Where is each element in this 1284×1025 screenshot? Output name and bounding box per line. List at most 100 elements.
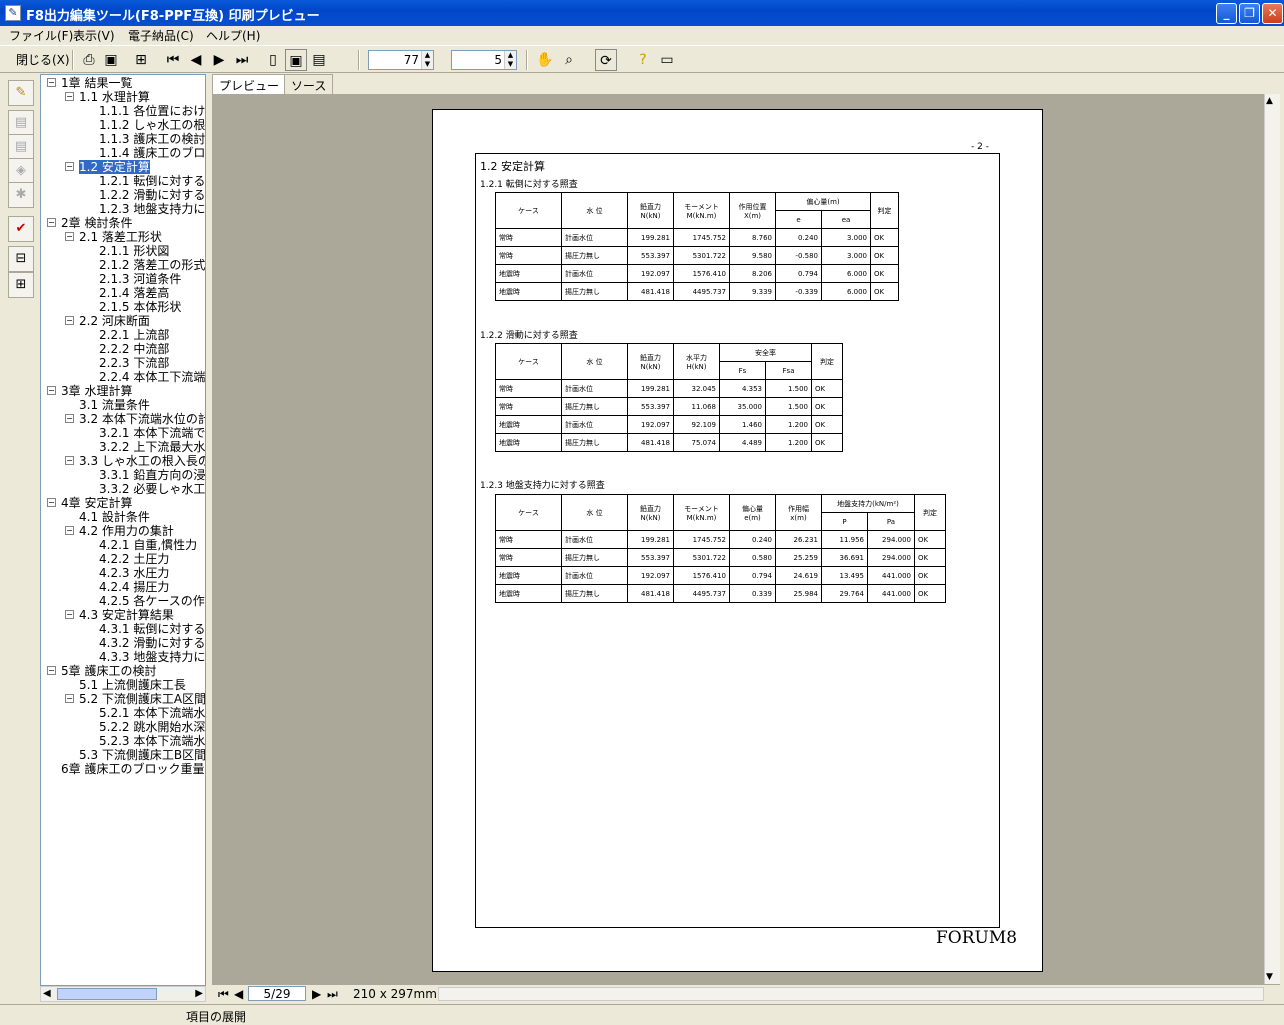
tree-item[interactable]: 5.3 下流側護床工B区間	[79, 748, 205, 762]
tree-item[interactable]: 4.2.1 自重,慣性力	[99, 538, 197, 552]
tree-expander-icon[interactable]: −	[65, 162, 74, 171]
nav-last-icon[interactable]: ⏭	[327, 987, 338, 1002]
tree-item[interactable]: 1.2.3 地盤支持力に	[99, 202, 205, 216]
prev-page-icon[interactable]: ◀	[185, 49, 207, 71]
tool-icon[interactable]: ✱	[8, 182, 34, 208]
tree-item[interactable]: 5.2.3 本体下流端水	[99, 734, 205, 748]
tree-item[interactable]: 1.1.3 護床工の検討	[99, 132, 205, 146]
menu-view[interactable]: 表示(V)	[73, 27, 115, 44]
tree-item[interactable]: 1.2 安定計算	[79, 160, 150, 174]
page-up-icon[interactable]: ▤	[8, 110, 34, 136]
spinner-arrows-icon[interactable]: ▲ ▼	[504, 51, 516, 69]
tree-item[interactable]: 2章 検討条件	[61, 216, 132, 230]
page-down-icon[interactable]: ▤	[8, 134, 34, 160]
tree-item[interactable]: 2.1.3 河道条件	[99, 272, 181, 286]
tree-item[interactable]: 1.1.2 しゃ水工の根	[99, 118, 205, 132]
tree-item[interactable]: 3.2 本体下流端水位の計	[79, 412, 205, 426]
tree-expander-icon[interactable]: −	[65, 232, 74, 241]
tree-item[interactable]: 2.1.2 落差工の形式	[99, 258, 205, 272]
tree-item[interactable]: 2.2 河床断面	[79, 314, 150, 328]
tab-preview[interactable]: プレビュー	[212, 74, 287, 94]
tree-item[interactable]: 4.3.3 地盤支持力に	[99, 650, 205, 664]
tree-item[interactable]: 3.3 しゃ水工の根入長の	[79, 454, 205, 468]
tree-expander-icon[interactable]: −	[47, 386, 56, 395]
tree-item[interactable]: 2.1.1 形状図	[99, 244, 169, 258]
tree-expander-icon[interactable]: −	[47, 218, 56, 227]
tree-item[interactable]: 3.2.1 本体下流端で	[99, 426, 205, 440]
nav-next-icon[interactable]: ▶	[312, 987, 321, 1001]
tab-source[interactable]: ソース	[284, 74, 334, 94]
tree-item[interactable]: 1.2.1 転倒に対する	[99, 174, 205, 188]
tree-item[interactable]: 4章 安定計算	[61, 496, 132, 510]
tree-item[interactable]: 6章 護床工のブロック重量	[61, 762, 204, 776]
spinner-arrows-icon[interactable]: ▲ ▼	[421, 51, 433, 69]
tree-check-icon[interactable]: ✔	[8, 216, 34, 242]
next-page-icon[interactable]: ▶	[208, 49, 230, 71]
nav-prev-icon[interactable]: ◀	[234, 987, 243, 1001]
fit-width-icon[interactable]: ▤	[308, 49, 330, 71]
tree-expander-icon[interactable]: −	[47, 78, 56, 87]
preview-horizontal-scrollbar[interactable]	[438, 987, 1264, 1001]
tree-item[interactable]: 4.3 安定計算結果	[79, 608, 174, 622]
tree-item[interactable]: 2.1 落差工形状	[79, 230, 162, 244]
tree-expander-icon[interactable]: −	[47, 498, 56, 507]
tree-item[interactable]: 4.2.5 各ケースの作	[99, 594, 205, 608]
tree-item[interactable]: 2.2.3 下流部	[99, 356, 169, 370]
pages-spinner[interactable]: 5 ▲ ▼	[451, 50, 517, 70]
tree-item[interactable]: 2.2.1 上流部	[99, 328, 169, 342]
tree-expander-icon[interactable]: −	[65, 694, 74, 703]
info-card-icon[interactable]: ▭	[656, 49, 678, 71]
expand-tree-icon[interactable]: ⊟	[8, 246, 34, 272]
scroll-up-icon[interactable]: ▲	[1266, 96, 1273, 106]
tree-item[interactable]: 1章 結果一覧	[61, 76, 132, 90]
tree-item[interactable]: 4.2.4 揚圧力	[99, 580, 169, 594]
collapse-tree-icon[interactable]: ⊞	[8, 272, 34, 298]
tree-item[interactable]: 3.1 流量条件	[79, 398, 150, 412]
tree-item[interactable]: 1.2.2 滑動に対する	[99, 188, 205, 202]
tree-item[interactable]: 4.3.2 滑動に対する	[99, 636, 205, 650]
tree-item[interactable]: 5.2.2 跳水開始水深	[99, 720, 205, 734]
tree-item[interactable]: 3.2.2 上下流最大水	[99, 440, 205, 454]
last-page-icon[interactable]: ⏭	[231, 49, 253, 71]
fit-page-icon[interactable]: ▣	[285, 49, 307, 71]
scroll-thumb[interactable]	[57, 988, 157, 1000]
tree-item[interactable]: 5.1 上流側護床工長	[79, 678, 186, 692]
menu-file[interactable]: ファイル(F)	[9, 27, 73, 44]
print-icon[interactable]: ⎙	[78, 49, 100, 71]
close-window-button[interactable]: ✕	[1262, 3, 1283, 24]
tree-expander-icon[interactable]: −	[65, 526, 74, 535]
magnifier-icon[interactable]: ⌕	[558, 49, 580, 71]
export-icon[interactable]: ⊞	[130, 49, 152, 71]
tree-item[interactable]: 3.3.1 鉛直方向の浸	[99, 468, 205, 482]
single-page-icon[interactable]: ▯	[262, 49, 284, 71]
hand-icon[interactable]: ✋	[534, 49, 556, 71]
help-icon[interactable]: ?	[632, 49, 654, 71]
tree-item[interactable]: 2.1.4 落差高	[99, 286, 169, 300]
tree-item[interactable]: 2.1.5 本体形状	[99, 300, 181, 314]
tree-expander-icon[interactable]: −	[65, 414, 74, 423]
tree-item[interactable]: 5章 護床工の検討	[61, 664, 156, 678]
minimize-button[interactable]: _	[1216, 3, 1237, 24]
tree-item[interactable]: 4.1 設計条件	[79, 510, 150, 524]
menu-electronic-delivery[interactable]: 電子納品(C)	[128, 27, 194, 44]
nav-first-icon[interactable]: ⏮	[218, 987, 229, 1002]
tree-item[interactable]: 2.2.4 本体工下流端	[99, 370, 205, 384]
scroll-down-icon[interactable]: ▼	[1266, 972, 1273, 982]
tree-item[interactable]: 4.2.3 水圧力	[99, 566, 169, 580]
tree-expander-icon[interactable]: −	[65, 92, 74, 101]
preview-vertical-scrollbar[interactable]: ▲ ▼	[1264, 94, 1280, 984]
tree-expander-icon[interactable]: −	[65, 316, 74, 325]
scroll-right-icon[interactable]: ▶	[195, 988, 203, 999]
preview-area[interactable]: - 2 - 1.2 安定計算 1.2.1 転倒に対する照査 ケース 水 位 鉛直…	[212, 94, 1264, 984]
close-button[interactable]: 閉じる(X)	[16, 51, 70, 68]
tree-item[interactable]: 4.2 作用力の集計	[79, 524, 174, 538]
tree-expander-icon[interactable]: −	[47, 666, 56, 675]
tree-item[interactable]: 2.2.2 中流部	[99, 342, 169, 356]
refresh-icon[interactable]: ⟳	[595, 49, 617, 71]
tree-item[interactable]: 4.3.1 転倒に対する	[99, 622, 205, 636]
scroll-left-icon[interactable]: ◀	[43, 988, 51, 999]
save-icon[interactable]: ▣	[100, 49, 122, 71]
tree-item[interactable]: 1.1.4 護床工のブロ	[99, 146, 205, 160]
page-indicator[interactable]: 5/29	[248, 986, 306, 1001]
tree-item[interactable]: 3章 水理計算	[61, 384, 132, 398]
